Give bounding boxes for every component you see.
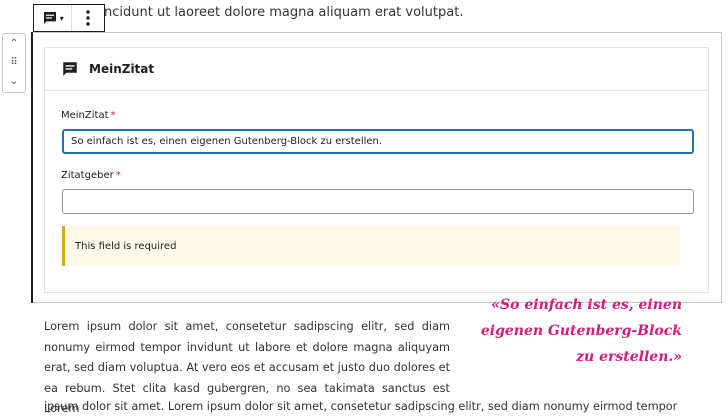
chevron-down-icon: ▾ bbox=[59, 13, 64, 23]
pull-quote-preview: «So einfach ist es, einen eigenen Gutenb… bbox=[480, 297, 682, 365]
meinzitat-block[interactable]: MeinZitat MeinZitat* Zitatgeber* This fi… bbox=[31, 32, 722, 303]
required-marker: * bbox=[110, 110, 116, 121]
quote-block-icon bbox=[63, 62, 77, 76]
paragraph-text-continued[interactable]: ipsum dolor sit amet. Lorem ipsum dolor … bbox=[44, 397, 714, 418]
more-vertical-icon bbox=[86, 10, 90, 26]
previous-paragraph-text: ncidunt ut laoreet dolore magna aliquam … bbox=[104, 5, 464, 20]
drag-handle-icon[interactable]: ⠿ bbox=[10, 56, 17, 70]
block-type-button[interactable]: ▾ bbox=[34, 5, 73, 31]
validation-notice: This field is required bbox=[62, 226, 680, 266]
required-marker: * bbox=[115, 170, 121, 181]
block-toolbar: ▾ bbox=[33, 4, 105, 32]
meinzitat-input[interactable] bbox=[62, 129, 694, 154]
block-mover: ⌃ ⠿ ⌄ bbox=[2, 33, 26, 93]
block-title: MeinZitat bbox=[89, 62, 155, 76]
move-down-button[interactable]: ⌄ bbox=[10, 75, 18, 89]
block-selected-indicator bbox=[31, 32, 33, 303]
zitatgeber-input[interactable] bbox=[62, 189, 694, 214]
block-header: MeinZitat bbox=[45, 48, 708, 91]
quote-block-icon bbox=[43, 12, 56, 24]
field-label-meinzitat: MeinZitat * bbox=[61, 110, 116, 121]
more-options-button[interactable] bbox=[72, 5, 104, 31]
move-up-button[interactable]: ⌃ bbox=[10, 37, 18, 51]
block-form-panel: MeinZitat MeinZitat* Zitatgeber* This fi… bbox=[44, 47, 709, 293]
field-label-zitatgeber: Zitatgeber * bbox=[61, 170, 121, 181]
